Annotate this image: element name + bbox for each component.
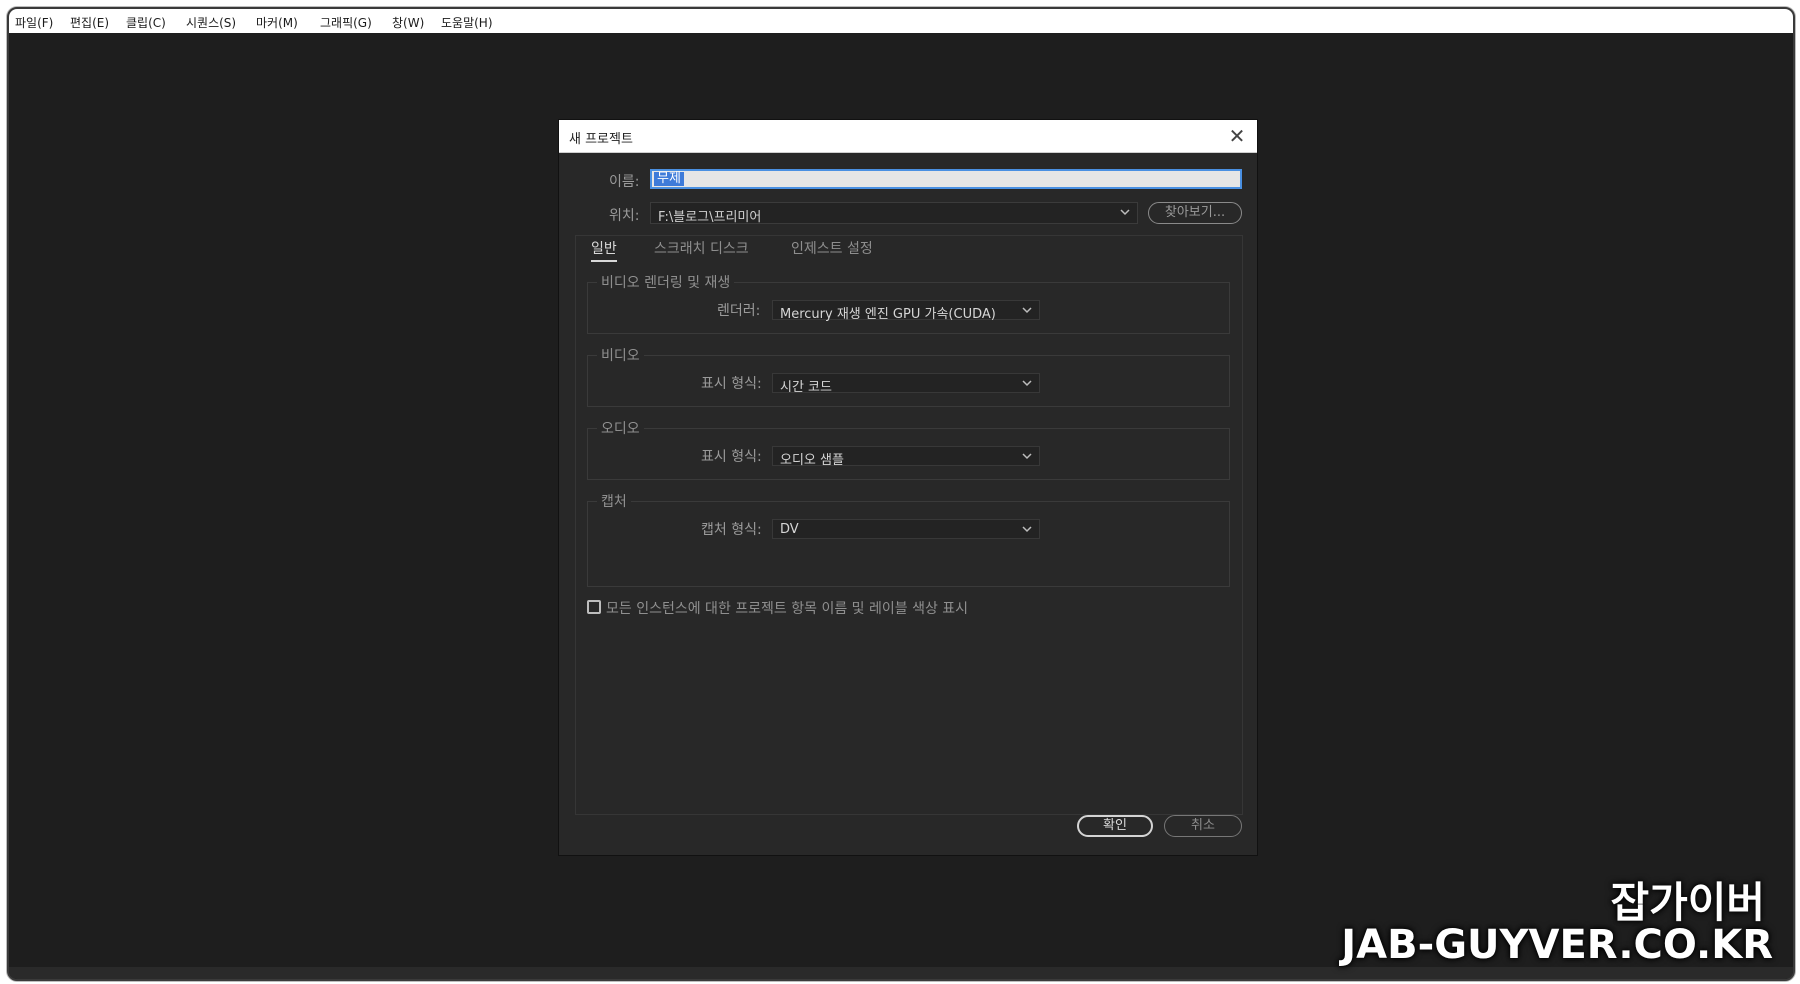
tab-general[interactable]: 일반 <box>591 238 617 262</box>
capture-format-dropdown[interactable]: DV <box>772 519 1040 539</box>
audio-display-format-label: 표시 형식: <box>701 449 762 465</box>
menu-edit[interactable]: 편집(E) <box>70 14 109 31</box>
cancel-button[interactable]: 취소 <box>1164 815 1242 837</box>
new-project-dialog: 새 프로젝트 ✕ 이름: 무제 위치: F:\블로그\프리미어 찾아보기... … <box>558 119 1258 856</box>
renderer-value: Mercury 재생 엔진 GPU 가속(CUDA) <box>780 307 996 322</box>
watermark-english: JAB-GUYVER.CO.KR <box>1341 922 1773 968</box>
close-icon: ✕ <box>1228 124 1246 148</box>
show-label-color-label: 모든 인스턴스에 대한 프로젝트 항목 이름 및 레이블 색상 표시 <box>606 601 969 617</box>
project-name-input[interactable]: 무제 <box>650 169 1242 189</box>
location-label: 위치: <box>609 208 640 224</box>
close-button[interactable]: ✕ <box>1225 124 1249 148</box>
menu-file[interactable]: 파일(F) <box>15 14 53 31</box>
tab-ingest-settings[interactable]: 인제스트 설정 <box>791 238 873 258</box>
project-name-value: 무제 <box>654 172 684 186</box>
video-display-format-value: 시간 코드 <box>780 380 832 395</box>
capture-format-label: 캡처 형식: <box>701 522 762 538</box>
capture-format-value: DV <box>780 522 799 537</box>
bottom-bar <box>9 967 1793 979</box>
audio-display-format-value: 오디오 샘플 <box>780 453 844 468</box>
menu-sequence[interactable]: 시퀀스(S) <box>186 14 236 31</box>
location-value: F:\블로그\프리미어 <box>658 210 762 225</box>
dialog-titlebar: 새 프로젝트 ✕ <box>559 120 1257 153</box>
chevron-down-icon <box>1022 453 1032 460</box>
app-window: 파일(F) 편집(E) 클립(C) 시퀀스(S) 마커(M) 그래픽(G) 창(… <box>7 7 1795 981</box>
chevron-down-icon <box>1022 526 1032 533</box>
ok-button[interactable]: 확인 <box>1077 815 1153 837</box>
menu-marker[interactable]: 마커(M) <box>256 14 298 31</box>
audio-display-format-dropdown[interactable]: 오디오 샘플 <box>772 446 1040 468</box>
show-label-color-checkbox[interactable] <box>587 600 601 614</box>
location-dropdown[interactable]: F:\블로그\프리미어 <box>650 202 1138 225</box>
tab-scratch-disks[interactable]: 스크래치 디스크 <box>654 238 749 258</box>
chevron-down-icon <box>1022 307 1032 314</box>
audio-group-title: 오디오 <box>597 418 644 438</box>
chevron-down-icon <box>1022 380 1032 387</box>
name-label: 이름: <box>609 174 640 190</box>
video-group-title: 비디오 <box>597 345 644 365</box>
menu-clip[interactable]: 클립(C) <box>126 14 166 31</box>
render-group-title: 비디오 렌더링 및 재생 <box>597 272 735 292</box>
chevron-down-icon <box>1120 209 1130 216</box>
browse-button[interactable]: 찾아보기... <box>1148 202 1242 224</box>
renderer-label: 렌더러: <box>717 303 761 319</box>
menu-help[interactable]: 도움말(H) <box>441 14 493 31</box>
dialog-title: 새 프로젝트 <box>569 132 633 147</box>
capture-group-title: 캡처 <box>597 491 631 511</box>
capture-group <box>587 501 1230 587</box>
renderer-dropdown[interactable]: Mercury 재생 엔진 GPU 가속(CUDA) <box>772 300 1040 322</box>
menu-graphics[interactable]: 그래픽(G) <box>320 14 372 31</box>
menu-bar: 파일(F) 편집(E) 클립(C) 시퀀스(S) 마커(M) 그래픽(G) 창(… <box>9 9 1793 34</box>
watermark-korean: 잡가이버 <box>1610 878 1765 927</box>
video-display-format-dropdown[interactable]: 시간 코드 <box>772 373 1040 395</box>
menu-window[interactable]: 창(W) <box>392 14 424 31</box>
video-display-format-label: 표시 형식: <box>701 376 762 392</box>
